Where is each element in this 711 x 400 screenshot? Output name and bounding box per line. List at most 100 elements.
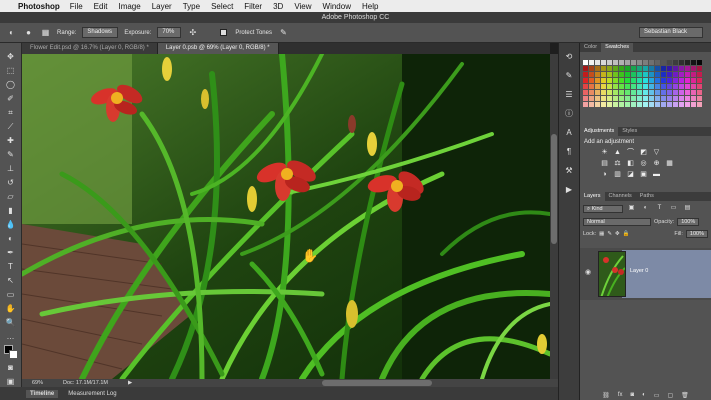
- swatch[interactable]: [631, 60, 636, 65]
- swatch[interactable]: [667, 66, 672, 71]
- swatch[interactable]: [691, 66, 696, 71]
- swatch[interactable]: [697, 66, 702, 71]
- swatch[interactable]: [673, 102, 678, 107]
- swatch[interactable]: [589, 102, 594, 107]
- swatch[interactable]: [643, 102, 648, 107]
- gradient-map-icon[interactable]: ▬: [652, 170, 661, 179]
- blur-tool-icon[interactable]: 💧: [5, 219, 16, 230]
- swatch[interactable]: [619, 78, 624, 83]
- pen-tool-icon[interactable]: ✒: [5, 247, 16, 258]
- swatch[interactable]: [601, 60, 606, 65]
- swatch[interactable]: [685, 96, 690, 101]
- swatch[interactable]: [673, 90, 678, 95]
- swatch[interactable]: [637, 84, 642, 89]
- swatch[interactable]: [661, 66, 666, 71]
- swatch[interactable]: [643, 78, 648, 83]
- protect-tones-checkbox[interactable]: [220, 29, 228, 36]
- tool-presets-icon[interactable]: ⚒: [564, 165, 575, 176]
- swatch[interactable]: [613, 78, 618, 83]
- workspace-dropdown[interactable]: Sebastian Black: [639, 27, 703, 38]
- vertical-scroll-thumb[interactable]: [551, 134, 557, 244]
- swatch[interactable]: [655, 66, 660, 71]
- swatch[interactable]: [595, 72, 600, 77]
- swatch[interactable]: [583, 96, 588, 101]
- swatch[interactable]: [697, 96, 702, 101]
- quick-select-tool-icon[interactable]: ✐: [5, 93, 16, 104]
- swatch[interactable]: [607, 84, 612, 89]
- menu-3d[interactable]: 3D: [273, 2, 283, 11]
- swatch[interactable]: [649, 90, 654, 95]
- swatch[interactable]: [679, 90, 684, 95]
- swatch[interactable]: [595, 60, 600, 65]
- dodge-tool-icon[interactable]: ◐: [5, 233, 16, 244]
- swatch[interactable]: [643, 96, 648, 101]
- swatch[interactable]: [649, 78, 654, 83]
- swatch[interactable]: [679, 102, 684, 107]
- swatch[interactable]: [589, 90, 594, 95]
- filter-smart-icon[interactable]: ▤: [682, 203, 693, 214]
- swatch[interactable]: [583, 102, 588, 107]
- swatch[interactable]: [643, 90, 648, 95]
- swatch[interactable]: [655, 60, 660, 65]
- swatch[interactable]: [589, 66, 594, 71]
- swatch[interactable]: [607, 78, 612, 83]
- swatch[interactable]: [697, 84, 702, 89]
- swatch[interactable]: [637, 66, 642, 71]
- stamp-tool-icon[interactable]: ⊥: [5, 163, 16, 174]
- swatch[interactable]: [613, 84, 618, 89]
- paragraph-icon[interactable]: ¶: [564, 146, 575, 157]
- swatch[interactable]: [649, 96, 654, 101]
- hand-tool-icon[interactable]: ✋: [5, 303, 16, 314]
- swatch[interactable]: [595, 90, 600, 95]
- swatch[interactable]: [601, 66, 606, 71]
- swatch[interactable]: [607, 96, 612, 101]
- swatch[interactable]: [691, 84, 696, 89]
- swatch[interactable]: [673, 96, 678, 101]
- swatch[interactable]: [685, 102, 690, 107]
- swatch[interactable]: [685, 66, 690, 71]
- dodge-tool-icon[interactable]: ◐: [6, 27, 17, 38]
- swatch[interactable]: [589, 60, 594, 65]
- swatch[interactable]: [607, 90, 612, 95]
- swatch[interactable]: [589, 96, 594, 101]
- swatch[interactable]: [667, 72, 672, 77]
- swatch[interactable]: [619, 102, 624, 107]
- menu-type[interactable]: Type: [183, 2, 200, 11]
- swatch[interactable]: [697, 78, 702, 83]
- threshold-icon[interactable]: ◪: [626, 170, 635, 179]
- tab-layer-0[interactable]: Layer 0.psb @ 69% (Layer 0, RGB/8) *: [157, 43, 279, 54]
- swatch[interactable]: [631, 102, 636, 107]
- swatch[interactable]: [595, 102, 600, 107]
- swatch[interactable]: [619, 66, 624, 71]
- swatch[interactable]: [691, 96, 696, 101]
- swatch[interactable]: [589, 72, 594, 77]
- swatch[interactable]: [595, 78, 600, 83]
- swatch[interactable]: [685, 90, 690, 95]
- new-layer-icon[interactable]: ▢: [667, 392, 673, 400]
- swatch[interactable]: [649, 60, 654, 65]
- swatch[interactable]: [637, 60, 642, 65]
- healing-tool-icon[interactable]: ✚: [5, 135, 16, 146]
- swatch[interactable]: [613, 102, 618, 107]
- swatch[interactable]: [685, 72, 690, 77]
- swatch[interactable]: [661, 60, 666, 65]
- menu-filter[interactable]: Filter: [244, 2, 262, 11]
- swatch[interactable]: [673, 60, 678, 65]
- swatch[interactable]: [655, 72, 660, 77]
- swatch[interactable]: [625, 60, 630, 65]
- swatch[interactable]: [691, 78, 696, 83]
- airbrush-icon[interactable]: ✣: [187, 27, 198, 38]
- brush-size-icon[interactable]: ●: [23, 27, 34, 38]
- swatch[interactable]: [613, 90, 618, 95]
- swatch[interactable]: [613, 96, 618, 101]
- swatch[interactable]: [685, 78, 690, 83]
- swatch[interactable]: [649, 66, 654, 71]
- swatch[interactable]: [679, 84, 684, 89]
- swatch[interactable]: [637, 102, 642, 107]
- swatch[interactable]: [655, 84, 660, 89]
- swatch[interactable]: [583, 84, 588, 89]
- delete-layer-icon[interactable]: 🗑: [681, 392, 689, 400]
- tab-paths[interactable]: Paths: [636, 192, 658, 201]
- swatch[interactable]: [583, 90, 588, 95]
- exposure-icon[interactable]: ◩: [639, 148, 648, 157]
